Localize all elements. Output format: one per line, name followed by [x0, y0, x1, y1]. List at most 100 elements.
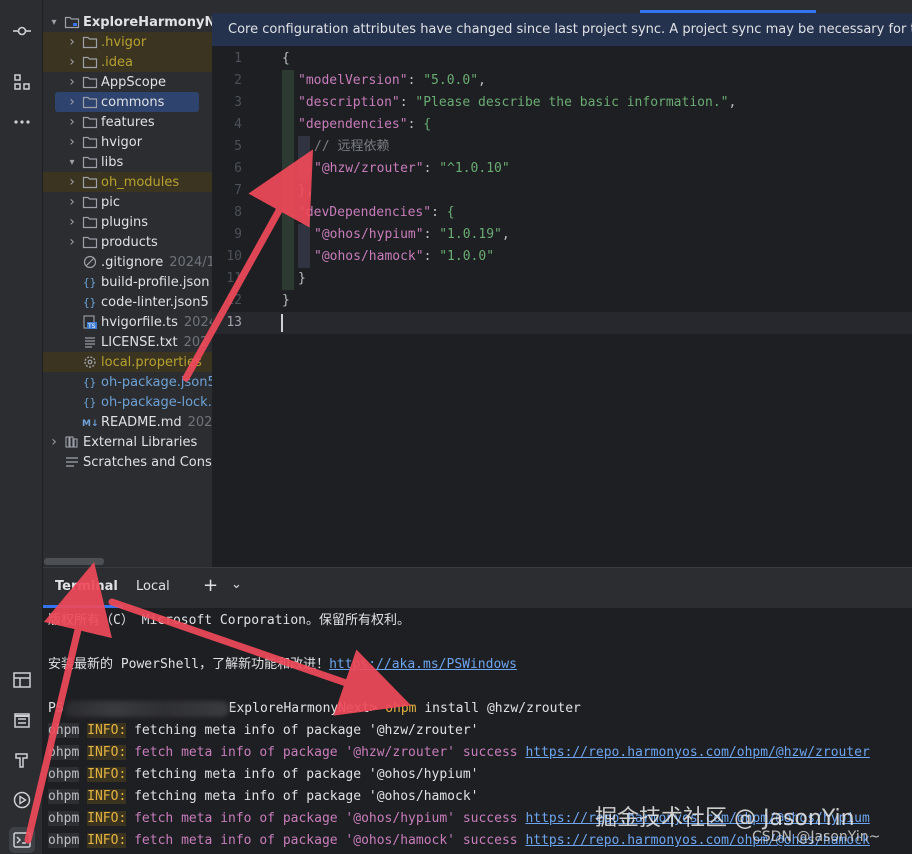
- line-number: 11: [226, 271, 242, 286]
- svg-text:{}: {}: [83, 396, 96, 409]
- project-tree-item[interactable]: M↓ README.md 202: [43, 412, 212, 432]
- tab-local[interactable]: Local: [136, 579, 170, 594]
- line-number: 1: [234, 51, 242, 66]
- code-line: 11}: [212, 268, 912, 290]
- project-tree-item[interactable]: › pic: [43, 192, 212, 212]
- code-text: }: [298, 271, 306, 286]
- chevron-right-icon[interactable]: ›: [67, 174, 77, 190]
- terminal-icon[interactable]: [9, 827, 35, 853]
- ohpm-tag: ohpm: [48, 811, 80, 826]
- project-root[interactable]: ▾ ExploreHarmonyNext: [43, 12, 212, 32]
- info-tag: INFO:: [87, 833, 127, 848]
- structure-icon[interactable]: [9, 69, 35, 95]
- project-tree-item[interactable]: .gitignore 2024/1: [43, 252, 212, 272]
- indent-guide: [282, 246, 294, 268]
- code-line: 7},: [212, 180, 912, 202]
- line-number: 4: [234, 117, 242, 132]
- chevron-down-icon[interactable]: ▾: [67, 157, 77, 168]
- code-line: 10 "@ohos/hamock": "1.0.0": [212, 246, 912, 268]
- project-tree-item[interactable]: {} build-profile.json: [43, 272, 212, 292]
- chevron-right-icon[interactable]: ›: [67, 114, 77, 130]
- folder-icon: [82, 114, 98, 130]
- chevron-right-icon[interactable]: ›: [67, 74, 77, 90]
- todo-icon[interactable]: [9, 707, 35, 733]
- typescript-file-icon: TS: [82, 314, 98, 330]
- project-tree-item[interactable]: › AppScope: [43, 72, 212, 92]
- more-tools-icon[interactable]: [9, 109, 35, 135]
- indent-guide: [282, 202, 294, 224]
- tree-item-label: hvigor: [101, 134, 143, 150]
- project-tree-item[interactable]: › commons: [55, 92, 199, 112]
- chevron-right-icon[interactable]: ›: [67, 194, 77, 210]
- folder-icon: [82, 174, 98, 190]
- project-tree-item[interactable]: Scratches and Cons: [43, 452, 212, 472]
- log-message: fetch meta info of package '@hzw/zrouter…: [126, 745, 526, 760]
- code-text: "@ohos/hypium": "1.0.19",: [314, 227, 510, 242]
- chevron-right-icon[interactable]: ›: [67, 234, 77, 250]
- run-icon[interactable]: [9, 787, 35, 813]
- tree-item-date: 202: [187, 414, 212, 430]
- horizontal-scrollbar[interactable]: [44, 558, 104, 565]
- project-tree-item[interactable]: › oh_modules: [43, 172, 212, 192]
- project-tree-item[interactable]: {} code-linter.json5: [43, 292, 212, 312]
- tab-terminal[interactable]: Terminal: [55, 579, 118, 594]
- terminal-line: ohpm INFO: fetch meta info of package '@…: [48, 742, 870, 764]
- line-number: 3: [234, 95, 242, 110]
- project-tree-item[interactable]: local.properties: [43, 352, 212, 372]
- project-tree-item[interactable]: TS hvigorfile.ts 2024: [43, 312, 212, 332]
- indent-guide: [282, 114, 294, 136]
- tree-item-label: products: [101, 234, 158, 250]
- folder-icon: [82, 34, 98, 50]
- project-tree-item[interactable]: › features: [43, 112, 212, 132]
- tree-item-label: .idea: [101, 54, 133, 70]
- project-tree-item[interactable]: › products: [43, 232, 212, 252]
- chevron-right-icon[interactable]: ›: [67, 34, 77, 50]
- text-cursor: [281, 314, 283, 332]
- tree-item-label: oh-package.json5: [101, 374, 212, 390]
- line-number: 13: [226, 315, 242, 330]
- code-line: 8 "devDependencies": {: [212, 202, 912, 224]
- json-file-icon: {}: [82, 374, 98, 390]
- project-tree-item[interactable]: › plugins: [43, 212, 212, 232]
- project-tree-item[interactable]: ▾ libs: [43, 152, 212, 172]
- folder-icon: [82, 54, 98, 70]
- indent-guide: [282, 268, 294, 290]
- indent-guide: [282, 158, 294, 180]
- project-tree-item[interactable]: › .hvigor: [43, 32, 212, 52]
- build-hammer-icon[interactable]: [9, 747, 35, 773]
- editor-tab-bar: [212, 0, 912, 13]
- redacted-path: [63, 700, 229, 717]
- project-tree-item[interactable]: {} oh-package-lock.: [43, 392, 212, 412]
- code-text: "devDependencies": {: [298, 205, 455, 220]
- tree-item-date: 2024/1: [169, 254, 212, 270]
- layout-icon[interactable]: [9, 667, 35, 693]
- indent-guide: [298, 224, 310, 246]
- tree-item-label: LICENSE.txt: [101, 334, 178, 350]
- line-number: 10: [226, 249, 242, 264]
- chevron-down-icon[interactable]: ▾: [49, 17, 59, 28]
- project-tree-item[interactable]: › .idea: [43, 52, 212, 72]
- scratches-icon: [64, 454, 80, 470]
- chevron-right-icon[interactable]: ›: [67, 94, 77, 110]
- add-tab-icon[interactable]: +: [203, 575, 218, 596]
- package-link[interactable]: https://repo.harmonyos.com/ohpm/@hzw/zro…: [525, 745, 869, 760]
- chevron-right-icon[interactable]: ›: [49, 434, 59, 450]
- ps-windows-link[interactable]: https://aka.ms/PSWindows: [329, 657, 517, 672]
- commit-icon[interactable]: [9, 18, 35, 44]
- line-number: 5: [234, 139, 242, 154]
- chevron-right-icon[interactable]: ›: [67, 214, 77, 230]
- tree-item-label: .hvigor: [101, 34, 147, 50]
- project-tree-item[interactable]: › hvigor: [43, 132, 212, 152]
- code-text: "modelVersion": "5.0.0",: [298, 73, 486, 88]
- tree-item-label: AppScope: [101, 74, 166, 90]
- chevron-down-icon[interactable]: ⌄: [231, 577, 242, 592]
- code-line: 6 "@hzw/zrouter": "^1.0.10": [212, 158, 912, 180]
- project-tree-item[interactable]: LICENSE.txt 202: [43, 332, 212, 352]
- code-line: 1{: [212, 48, 912, 70]
- properties-file-icon: [82, 354, 98, 370]
- chevron-right-icon[interactable]: ›: [67, 134, 77, 150]
- chevron-right-icon[interactable]: ›: [67, 54, 77, 70]
- project-tree-item[interactable]: {} oh-package.json5: [43, 372, 212, 392]
- project-tree-item[interactable]: › External Libraries: [43, 432, 212, 452]
- log-message: fetching meta info of package '@ohos/hyp…: [126, 767, 479, 782]
